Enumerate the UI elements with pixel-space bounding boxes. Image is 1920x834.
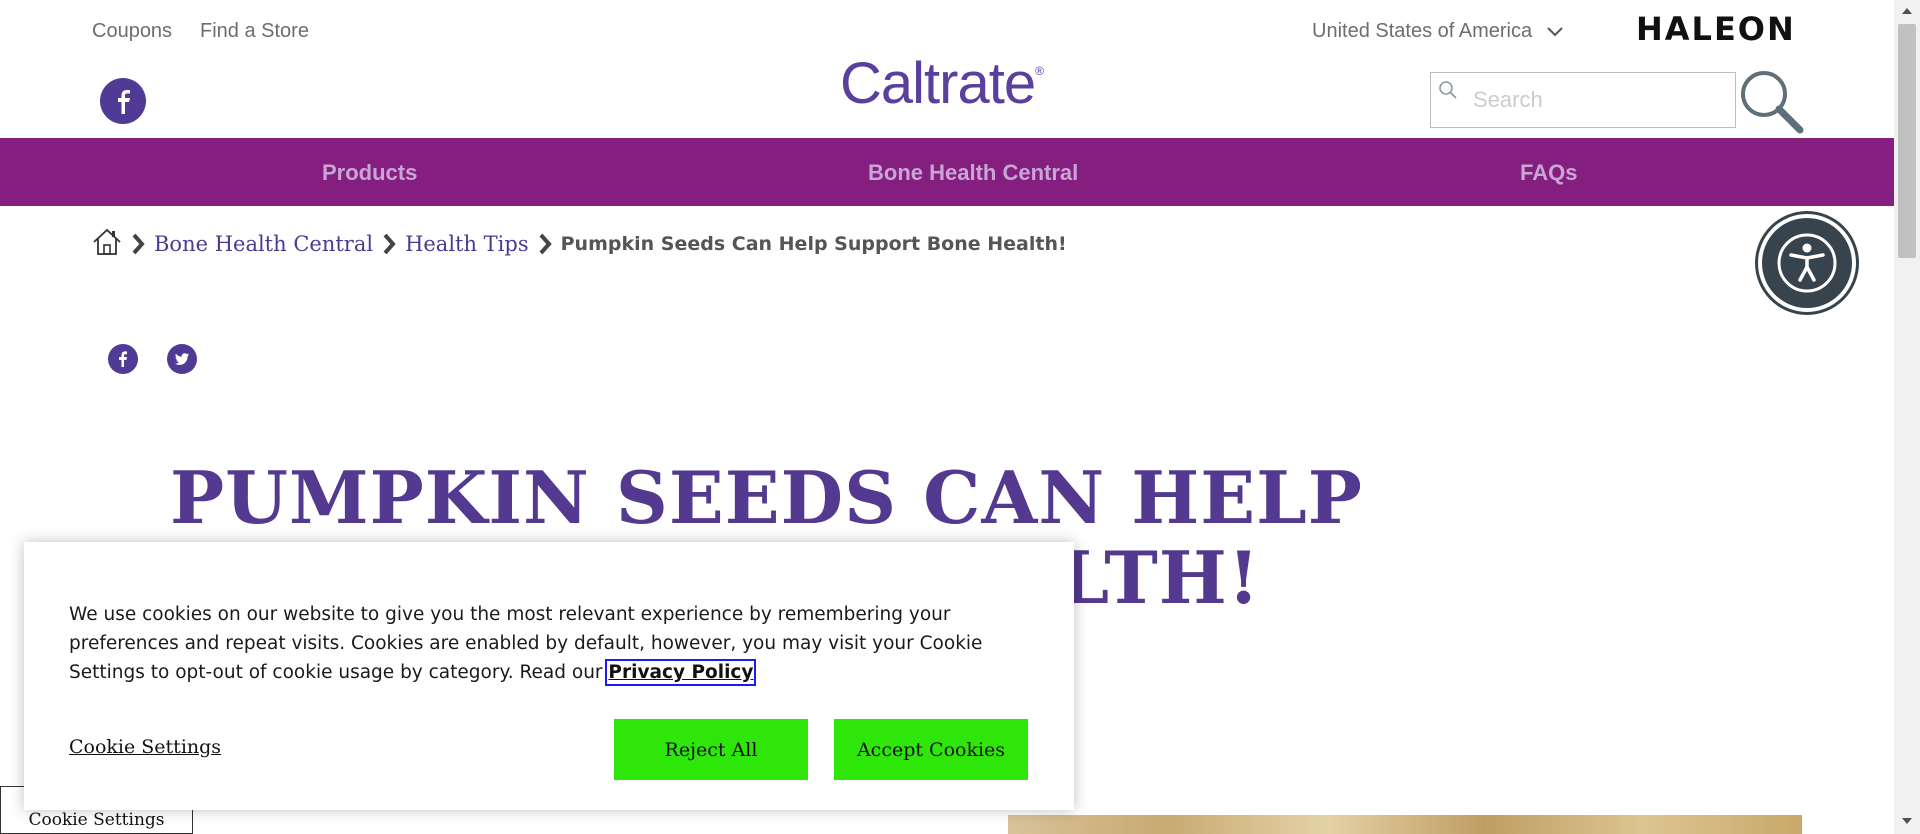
cookie-message: We use cookies on our website to give yo… xyxy=(69,600,1029,687)
breadcrumb-health-tips[interactable]: Health Tips xyxy=(405,232,529,256)
accessibility-icon xyxy=(1777,233,1837,293)
cookie-message-text: We use cookies on our website to give yo… xyxy=(69,604,983,683)
breadcrumb: Bone Health Central Health Tips Pumpkin … xyxy=(92,228,1067,260)
share-facebook-button[interactable] xyxy=(108,344,138,374)
country-selector[interactable]: United States of America xyxy=(1312,20,1564,43)
search-button-icon[interactable] xyxy=(1738,68,1806,134)
site-header: Coupons Find a Store United States of Am… xyxy=(0,0,1894,138)
vertical-scrollbar[interactable] xyxy=(1894,0,1920,834)
chevron-right-icon xyxy=(539,233,552,255)
facebook-header-button[interactable] xyxy=(100,78,146,124)
scrollbar-thumb[interactable] xyxy=(1898,24,1916,258)
search-input[interactable] xyxy=(1473,81,1728,119)
breadcrumb-current: Pumpkin Seeds Can Help Support Bone Heal… xyxy=(560,233,1067,255)
facebook-icon xyxy=(119,351,127,367)
nav-item-bone-health-central[interactable]: Bone Health Central xyxy=(868,160,1078,186)
coupons-link[interactable]: Coupons xyxy=(92,20,172,43)
hero-image-pumpkin-seeds xyxy=(1008,815,1802,834)
country-label: United States of America xyxy=(1312,20,1533,42)
chevron-down-icon xyxy=(1547,26,1563,36)
breadcrumb-bone-health-central[interactable]: Bone Health Central xyxy=(154,232,373,256)
reject-all-button[interactable]: Reject All xyxy=(614,719,808,780)
facebook-icon xyxy=(118,90,130,114)
breadcrumb-home[interactable] xyxy=(92,227,122,262)
cookie-consent-banner: We use cookies on our website to give yo… xyxy=(24,542,1074,810)
caltrate-logo[interactable]: Caltrate® xyxy=(840,50,1044,117)
search-box xyxy=(1430,72,1736,128)
twitter-icon xyxy=(175,353,189,365)
accept-cookies-button[interactable]: Accept Cookies xyxy=(834,719,1028,780)
accessibility-button[interactable] xyxy=(1758,214,1856,312)
haleon-logo[interactable]: HALEON xyxy=(1636,10,1796,48)
main-nav: Products Bone Health Central FAQs xyxy=(0,138,1894,206)
nav-item-faqs[interactable]: FAQs xyxy=(1520,160,1577,186)
registered-mark: ® xyxy=(1035,64,1044,78)
find-store-link[interactable]: Find a Store xyxy=(200,20,309,43)
search-icon xyxy=(1439,81,1457,99)
cookie-settings-link[interactable]: Cookie Settings xyxy=(69,736,221,758)
chevron-right-icon xyxy=(383,233,396,255)
home-icon xyxy=(93,228,121,255)
chevron-right-icon xyxy=(132,233,145,255)
privacy-policy-link[interactable]: Privacy Policy xyxy=(605,659,757,686)
scroll-down-arrow-icon[interactable] xyxy=(1901,816,1913,826)
caltrate-logo-text: Caltrate xyxy=(840,51,1036,116)
scroll-up-arrow-icon[interactable] xyxy=(1901,6,1913,16)
nav-item-products[interactable]: Products xyxy=(322,160,417,186)
share-twitter-button[interactable] xyxy=(167,344,197,374)
